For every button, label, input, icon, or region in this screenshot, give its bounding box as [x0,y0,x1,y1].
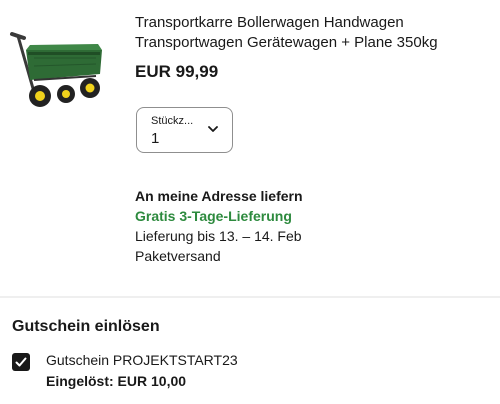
quantity-value: 1 [151,130,160,147]
shipping-method: Paketversand [135,248,221,264]
section-divider [0,296,500,298]
product-title[interactable]: Transportkarre Bollerwagen Handwagen Tra… [135,13,490,53]
coupon-heading: Gutschein einlösen [12,318,160,335]
free-delivery-label: Gratis 3-Tage-Lieferung [135,208,292,224]
quantity-label: Stückz... [151,115,194,127]
coupon-checkbox[interactable] [12,353,30,371]
quantity-select[interactable]: Stückz... 1 [136,107,233,153]
garden-cart-icon [10,32,102,107]
product-image[interactable] [4,14,114,114]
delivery-info: An meine Adresse liefern Gratis 3-Tage-L… [135,186,303,266]
coupon-name: Gutschein PROJEKTSTART23 [46,352,238,368]
coupon-redeemed-amount: Eingelöst: EUR 10,00 [46,373,187,389]
checkmark-icon [15,357,27,367]
product-summary: Transportkarre Bollerwagen Handwagen Tra… [0,0,500,404]
delivery-heading: An meine Adresse liefern [135,188,303,204]
product-price: EUR 99,99 [135,62,219,81]
chevron-down-icon [208,126,218,132]
delivery-date: Lieferung bis 13. – 14. Feb [135,228,302,244]
